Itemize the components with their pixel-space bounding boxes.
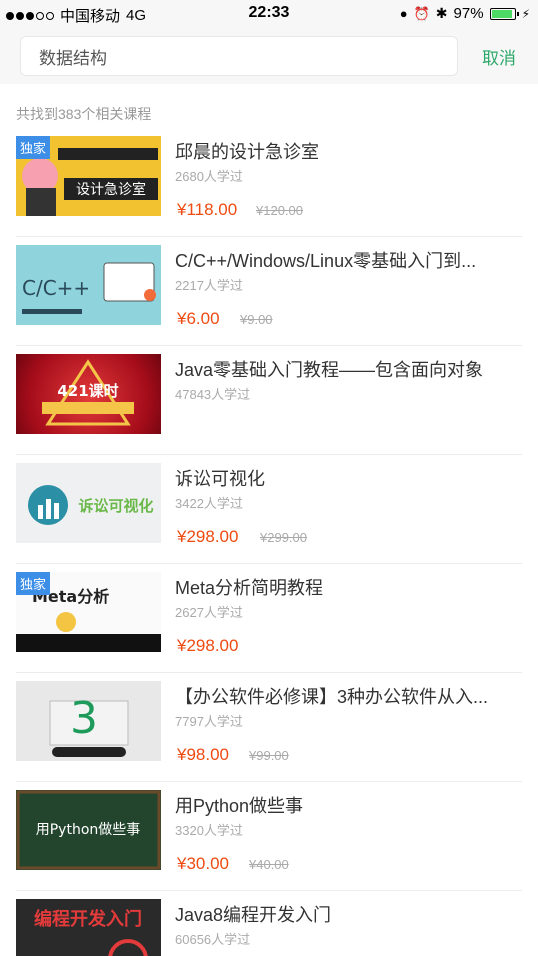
course-item[interactable]: 编程开发入门 Java8编程开发入门 60656人学过 [16,891,522,956]
course-students: 47843人学过 [175,387,251,402]
course-original-price: ¥99.00 [249,748,289,763]
course-item[interactable]: 3 【办公软件必修课】3种办公软件从入... 7797人学过 ¥98.00 ¥9… [16,673,522,782]
course-item[interactable]: 用Python做些事 用Python做些事 3320人学过 ¥30.00 ¥40… [16,782,522,891]
status-bar-right: ● ⏰ ✱ 97% ⚡ [400,5,530,22]
battery-icon [489,7,519,20]
course-original-price: ¥40.00 [249,857,289,872]
search-header: 取消 [0,28,538,84]
exclusive-badge: 独家 [16,572,51,595]
cancel-button[interactable]: 取消 [482,44,516,69]
course-students: 2217人学过 [175,278,243,293]
alarm-icon: ⏰ [413,5,430,21]
course-students: 7797人学过 [175,714,243,729]
course-item[interactable]: 独家 设计急诊室 邱晨的设计急诊室 2680人学过 ¥118.00 ¥120.0… [16,128,522,237]
thumbnail-art: 421课时 [42,359,134,426]
course-title[interactable]: C/C++/Windows/Linux零基础入门到... [175,247,525,273]
course-item[interactable]: 诉讼可视化 诉讼可视化 3422人学过 ¥298.00 ¥299.00 [16,455,522,564]
course-title[interactable]: Java8编程开发入门 [175,901,525,927]
status-bar: 中国移动 4G 22:33 ● ⏰ ✱ 97% ⚡ [0,0,538,28]
course-thumbnail[interactable]: 编程开发入门 [16,899,161,956]
course-title[interactable]: 【办公软件必修课】3种办公软件从入... [175,683,525,709]
course-thumbnail[interactable]: 独家 Meta分析 [16,572,161,652]
course-price: ¥30.00 [177,854,229,873]
course-students: 2680人学过 [175,169,243,184]
course-item[interactable]: C/C++ C/C++/Windows/Linux零基础入门到... 2217人… [16,237,522,346]
thumbnail-text: 编程开发入门 [34,908,142,930]
thumbnail-text: 设计急诊室 [76,181,146,198]
course-thumbnail[interactable]: 独家 设计急诊室 [16,136,161,216]
thumbnail-art: C/C++ [22,262,156,314]
course-students: 3422人学过 [175,496,243,511]
course-thumbnail[interactable]: 421课时 [16,354,161,434]
course-thumbnail[interactable]: C/C++ [16,245,161,325]
course-original-price: ¥120.00 [256,203,303,218]
course-original-price: ¥299.00 [260,530,307,545]
thumbnail-text: 3 [70,693,98,744]
search-box[interactable] [20,36,458,76]
course-thumbnail[interactable]: 诉讼可视化 [16,463,161,543]
thumbnail-art: 用Python做些事 [16,790,161,870]
course-price: ¥298.00 [177,636,239,655]
course-students: 60656人学过 [175,932,251,947]
exclusive-badge: 独家 [16,136,51,159]
lock-rotation-icon: ● [399,6,408,21]
course-item[interactable]: 421课时 Java零基础入门教程——包含面向对象 47843人学过 [16,346,522,455]
bluetooth-icon: ✱ [435,5,448,21]
thumbnail-text: 诉讼可视化 [78,497,153,515]
result-count: 共找到383个相关课程 [16,106,152,122]
search-input[interactable] [21,37,457,75]
thumbnail-art: 诉讼可视化 [28,485,154,525]
course-price: ¥118.00 [177,200,238,219]
course-price: ¥298.00 [177,527,239,546]
course-item[interactable]: 独家 Meta分析 Meta分析简明教程 2627人学过 ¥298.00 [16,564,522,673]
charging-icon: ⚡ [521,6,530,21]
course-title[interactable]: 邱晨的设计急诊室 [175,138,525,164]
course-title[interactable]: Java零基础入门教程——包含面向对象 [175,356,525,382]
thumbnail-text: 用Python做些事 [36,822,141,838]
course-price: ¥6.00 [177,309,220,328]
course-thumbnail[interactable]: 用Python做些事 [16,790,161,870]
course-thumbnail[interactable]: 3 [16,681,161,761]
course-list: 独家 设计急诊室 邱晨的设计急诊室 2680人学过 ¥118.00 ¥120.0… [0,128,538,956]
course-title[interactable]: Meta分析简明教程 [175,574,525,600]
battery-percent: 97% [453,5,484,22]
course-students: 3320人学过 [175,823,243,838]
course-title[interactable]: 用Python做些事 [175,792,525,818]
course-title[interactable]: 诉讼可视化 [175,465,525,491]
thumbnail-text: 421课时 [57,382,118,400]
thumbnail-art: 3 [49,693,129,757]
course-original-price: ¥9.00 [240,312,273,327]
course-students: 2627人学过 [175,605,243,620]
thumbnail-text: C/C++ [22,276,90,300]
course-price: ¥98.00 [177,745,229,764]
thumbnail-art: 编程开发入门 [34,908,148,956]
